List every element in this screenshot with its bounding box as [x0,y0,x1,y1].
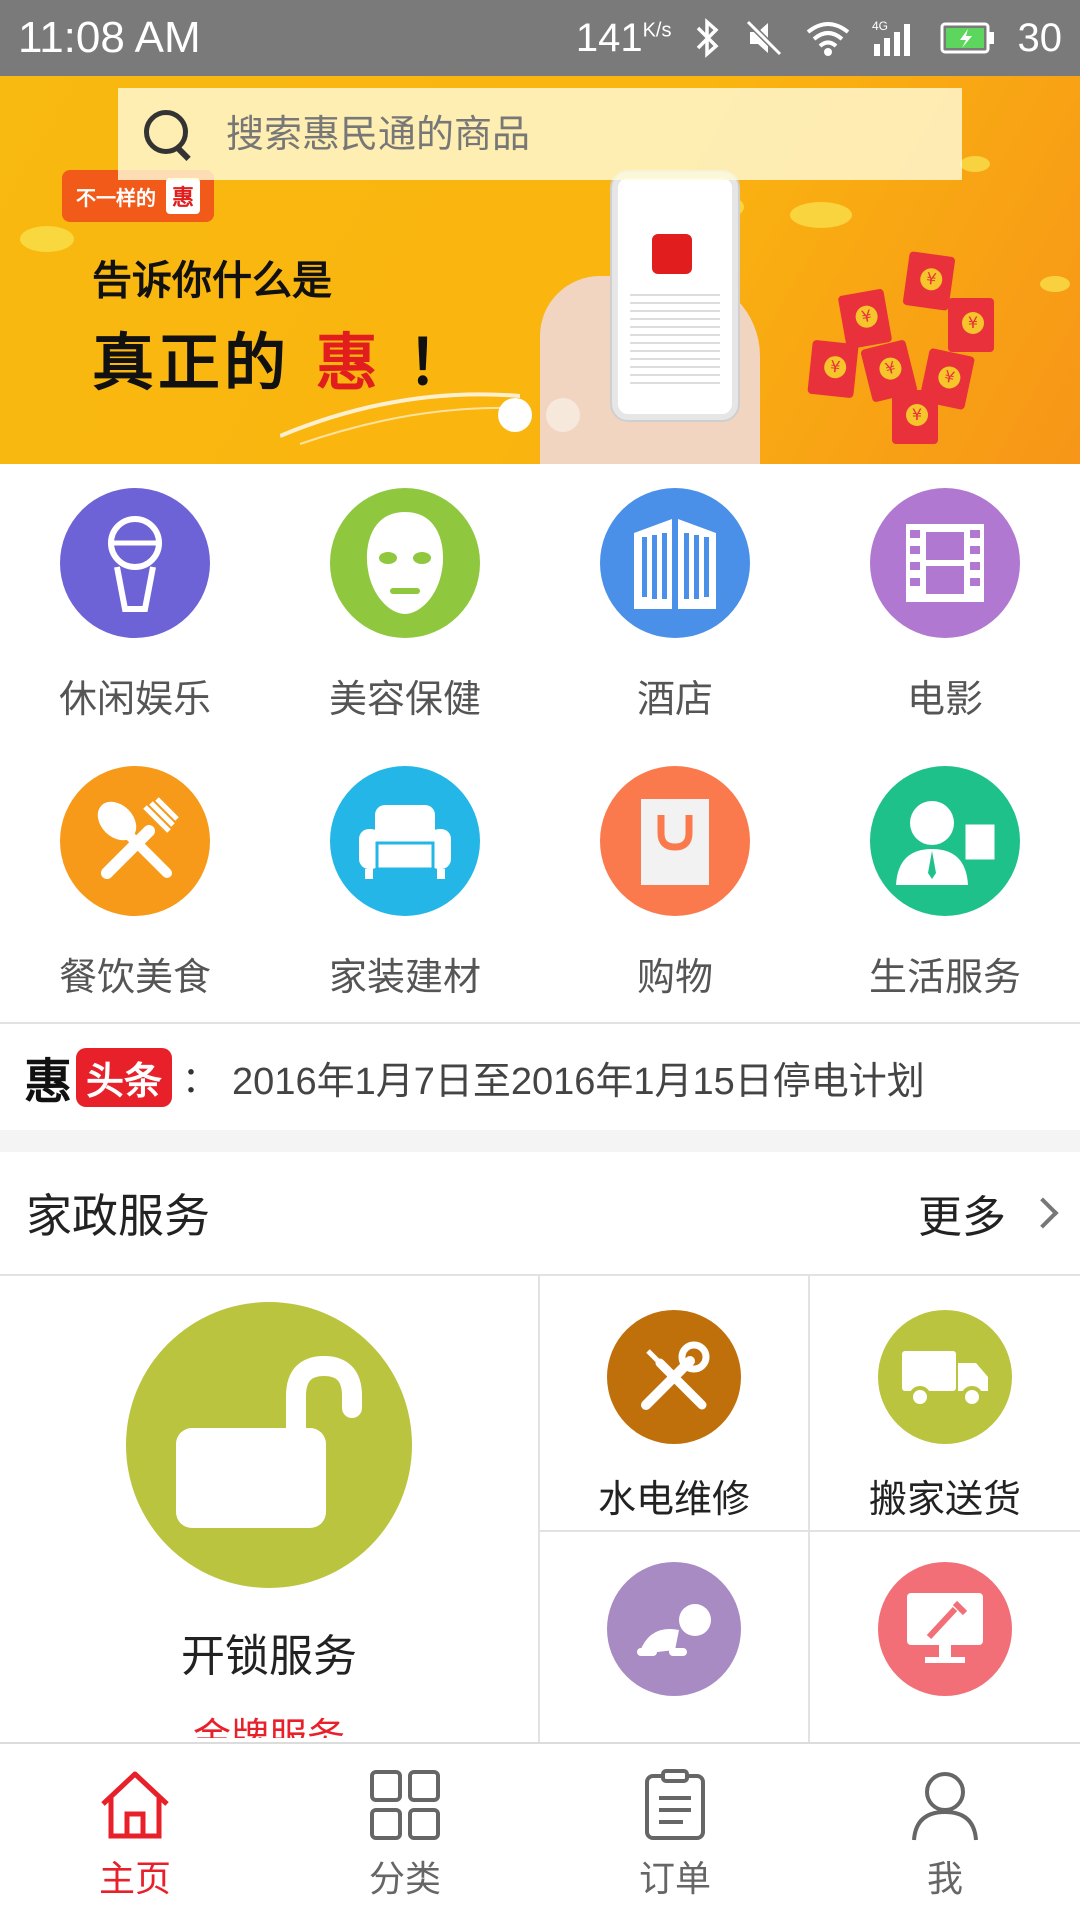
category-label: 休闲娱乐 [58,677,211,721]
service-grid: 开锁服务 金牌服务 水电维修 搬家送货 [0,1276,1080,1742]
banner-tag-text: 不一样的 [76,185,156,210]
red-envelope-icon [837,288,893,350]
search-icon [140,106,196,162]
red-envelope-icon [892,390,938,444]
unlock-icon [126,1302,412,1588]
grid-icon [370,1770,440,1840]
service-name: 开锁服务 [181,1631,357,1682]
tab-category[interactable]: 分类 [270,1744,540,1920]
tab-label: 主页 [98,1859,171,1900]
news-colon: ： [182,1060,219,1101]
clipboard-icon [645,1769,705,1840]
coin-decoration [960,156,990,172]
status-time: 11:08 AM [18,13,201,62]
category-item[interactable]: 美容保健 [270,464,540,742]
coin-decoration [1040,276,1070,292]
category-grid: 休闲娱乐 美容保健 酒店 电影 餐饮美食 家装建材 购物 生活服务 [0,464,1080,1020]
sofa-icon [330,766,480,916]
battery-level: 30 [1017,15,1063,60]
news-hui-logo: 惠 [24,1054,73,1110]
category-label: 生活服务 [868,955,1021,999]
carousel-indicator[interactable] [498,398,580,432]
category-label: 餐饮美食 [58,955,211,999]
user-icon [912,1772,978,1841]
more-button[interactable]: 更多 [918,1181,1059,1245]
search-bar[interactable] [118,88,962,180]
category-item[interactable]: 家装建材 [270,742,540,1020]
category-label: 电影 [906,677,983,721]
service-name: 水电维修 [597,1477,750,1521]
tab-me[interactable]: 我 [810,1744,1080,1920]
bluetooth-icon [696,18,719,58]
phone-screen-text [630,288,720,388]
chevron-right-icon [1027,1197,1059,1229]
tab-label: 分类 [368,1859,441,1900]
section-divider [0,1130,1080,1152]
repair-tools-icon [607,1310,741,1444]
network-speed: 141K/s [576,16,672,61]
service-item[interactable] [540,1532,810,1742]
wifi-icon [806,22,849,56]
service-item[interactable]: 水电维修 [540,1276,810,1532]
mute-icon [745,19,782,57]
swoosh-decoration [280,392,520,445]
section-title: 家政服务 [26,1189,210,1243]
category-label: 购物 [636,955,713,999]
building-icon [600,488,750,638]
ice-cream-icon [60,488,210,638]
promo-banner[interactable]: 不一样的惠 告诉你什么是 真正的 惠 ！ [0,76,1080,464]
category-item[interactable]: 休闲娱乐 [0,464,270,742]
bottom-tab-bar: 主页 分类 订单 我 [0,1742,1080,1920]
service-name: 搬家送货 [868,1477,1021,1521]
category-item[interactable]: 餐饮美食 [0,742,270,1020]
network-speed-unit: K/s [642,19,672,42]
status-bar: 11:08 AM 141K/s 4G 30 [0,0,1080,76]
signal-4g-icon: 4G [872,19,910,56]
service-item-featured[interactable]: 开锁服务 金牌服务 [0,1276,540,1742]
red-envelope-icon [807,339,859,399]
news-text[interactable]: 2016年1月7日至2016年1月15日停电计划 [232,1050,925,1105]
search-input[interactable] [226,112,826,156]
coin-decoration [20,226,74,252]
category-item[interactable]: 生活服务 [810,742,1080,1020]
category-label: 美容保健 [328,677,481,721]
tab-label: 订单 [638,1859,711,1900]
film-icon [870,488,1020,638]
carousel-dot[interactable] [546,398,580,432]
home-icon [101,1771,169,1839]
category-item[interactable]: 电影 [810,464,1080,742]
section-header: 家政服务 更多 [0,1152,1080,1276]
news-headline-badge: 头条 [76,1047,173,1107]
tab-label: 我 [926,1859,963,1900]
more-label: 更多 [918,1192,1006,1243]
svg-text:4G: 4G [872,19,888,33]
coin-decoration [790,202,852,228]
category-label: 家装建材 [328,955,481,999]
spoon-fork-icon [60,766,210,916]
app-logo [652,234,692,274]
battery-icon [940,22,994,54]
red-envelope-icon [948,298,994,352]
service-subtitle: 金牌服务 [192,1715,345,1738]
cleaning-monitor-icon [878,1562,1012,1696]
truck-icon [878,1310,1012,1444]
category-label: 酒店 [636,677,713,721]
category-item[interactable]: 购物 [540,742,810,1020]
banner-headline-2a: 真正的 [92,326,291,399]
face-mask-icon [330,488,480,638]
baby-crawl-icon [607,1562,741,1696]
shopping-bag-icon [600,766,750,916]
news-ticker[interactable]: 惠 头条 ： 2016年1月7日至2016年1月15日停电计划 [0,1022,1080,1130]
tab-home[interactable]: 主页 [0,1744,270,1920]
tab-orders[interactable]: 订单 [540,1744,810,1920]
service-person-icon [870,766,1020,916]
banner-tag-hui: 惠 [166,178,201,214]
category-item[interactable]: 酒店 [540,464,810,742]
service-item[interactable]: 搬家送货 [810,1276,1080,1532]
carousel-dot[interactable] [498,398,532,432]
phone-image [612,172,738,420]
network-speed-value: 141 [575,15,643,60]
service-item[interactable] [810,1532,1080,1742]
banner-headline-1: 告诉你什么是 [92,258,332,304]
